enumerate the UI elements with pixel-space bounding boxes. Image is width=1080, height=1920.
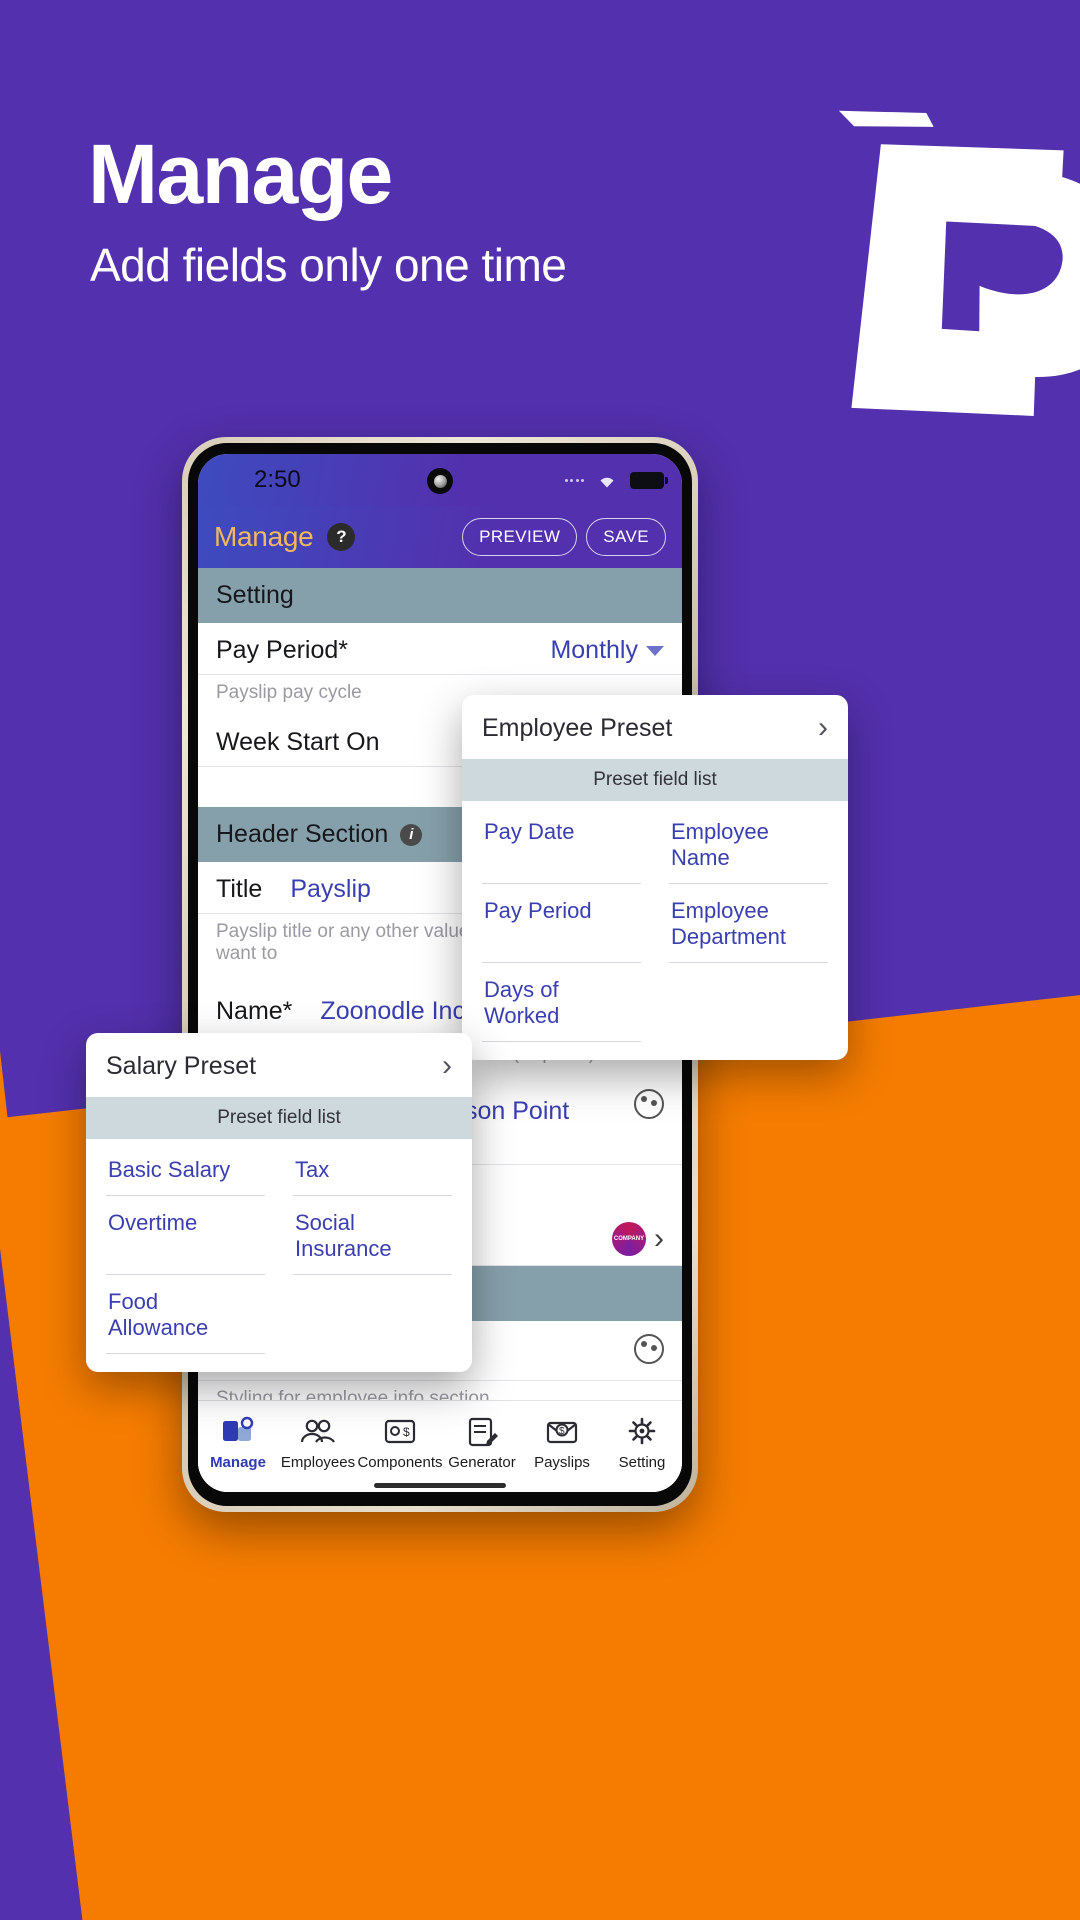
chevron-right-icon: › [818, 711, 828, 744]
employees-icon [300, 1419, 335, 1443]
preset-field-empty: . [293, 1275, 452, 1354]
preset-field[interactable]: Basic Salary [106, 1143, 265, 1196]
nav-label: Components [357, 1453, 443, 1471]
employee-preset-field-grid: Pay Date Employee Name Pay Period Employ… [462, 801, 848, 1060]
signal-dots-icon [564, 478, 584, 482]
setting-gear-icon [628, 1417, 656, 1444]
status-bar: 2:50 [198, 454, 682, 506]
employee-preset-card[interactable]: Employee Preset › Preset field list Pay … [462, 695, 848, 1060]
section-header-setting: Setting [198, 568, 682, 623]
salary-preset-card[interactable]: Salary Preset › Preset field list Basic … [86, 1033, 472, 1372]
row-label: Week Start On [216, 728, 380, 756]
pay-period-dropdown[interactable]: Monthly [550, 636, 664, 665]
home-indicator [374, 1483, 506, 1488]
nav-item-payslips[interactable]: $ Payslips [522, 1415, 602, 1471]
chevron-right-icon: › [654, 1222, 664, 1255]
info-icon[interactable]: i [400, 823, 423, 846]
logo-preview[interactable]: COMPANY › [612, 1222, 664, 1256]
row-label: Name* [216, 997, 293, 1025]
page-subtitle: Add fields only one time [90, 239, 567, 291]
preset-field-empty: . [669, 963, 828, 1042]
nav-label: Generator [448, 1453, 516, 1471]
palette-icon[interactable] [634, 1334, 664, 1364]
save-button[interactable]: SAVE [586, 518, 666, 556]
nav-label: Payslips [534, 1453, 590, 1471]
card-title: Employee Preset [482, 713, 673, 742]
nav-label: Employees [280, 1453, 356, 1471]
nav-label: Manage [210, 1453, 266, 1471]
app-title: Manage [214, 521, 314, 552]
status-time: 2:50 [254, 466, 301, 493]
row-label: Pay Period* [216, 636, 349, 664]
card-title: Salary Preset [106, 1051, 257, 1080]
row-pay-period[interactable]: Pay Period* Monthly [198, 623, 682, 675]
palette-icon[interactable] [634, 1089, 664, 1119]
promo-screenshot: Manage Add fields only one time 2:50 Man… [0, 0, 1080, 1920]
nav-item-manage[interactable]: Manage [198, 1415, 278, 1471]
nav-item-setting[interactable]: Setting [602, 1415, 682, 1471]
preset-field[interactable]: Days of Worked [482, 963, 641, 1042]
row-value: Monthly [550, 636, 638, 664]
battery-icon [630, 471, 668, 489]
payslips-icon: $ [546, 1421, 578, 1443]
preset-field[interactable]: Tax [293, 1143, 452, 1196]
employee-preset-card-header[interactable]: Employee Preset › [462, 695, 848, 759]
preset-field[interactable]: Employee Name [669, 805, 828, 884]
svg-text:$: $ [403, 1425, 410, 1439]
row-value: Payslip [290, 875, 371, 903]
preset-field[interactable]: Pay Date [482, 805, 641, 884]
page-title: Manage [88, 127, 393, 221]
nav-item-generator[interactable]: Generator [442, 1415, 522, 1471]
wifi-icon [600, 477, 614, 488]
preset-field[interactable]: Food Allowance [106, 1275, 265, 1354]
preset-field[interactable]: Pay Period [482, 884, 641, 963]
row-value: Zoonodle Inc [320, 997, 465, 1025]
card-subheader: Preset field list [86, 1097, 472, 1139]
components-icon: $ [384, 1419, 416, 1443]
nav-label: Setting [618, 1453, 666, 1471]
status-icons [564, 470, 668, 490]
generator-icon [468, 1417, 498, 1446]
manage-icon [223, 1416, 254, 1441]
camera-punchhole-icon [427, 468, 453, 494]
salary-preset-field-grid: Basic Salary Tax Overtime Social Insuran… [86, 1139, 472, 1372]
chevron-right-icon: › [442, 1049, 452, 1082]
row-label: Title [216, 875, 263, 903]
svg-text:$: $ [559, 1426, 565, 1437]
help-icon[interactable]: ? [327, 523, 356, 551]
bottom-navigation: Manage Employees $ Components Generator … [198, 1400, 682, 1492]
nav-item-employees[interactable]: Employees [278, 1415, 358, 1471]
app-bar-actions: PREVIEW SAVE [462, 518, 666, 556]
nav-item-components[interactable]: $ Components [357, 1415, 443, 1471]
company-logo-icon: COMPANY [612, 1222, 646, 1256]
preset-field[interactable]: Social Insurance [293, 1196, 452, 1275]
section-title: Header Section [216, 820, 389, 848]
preset-field[interactable]: Employee Department [669, 884, 828, 963]
preset-field[interactable]: Overtime [106, 1196, 265, 1275]
card-subheader: Preset field list [462, 759, 848, 801]
chevron-down-icon [646, 645, 664, 656]
app-bar: Manage ? PREVIEW SAVE [198, 506, 682, 568]
preview-button[interactable]: PREVIEW [462, 518, 578, 556]
salary-preset-card-header[interactable]: Salary Preset › [86, 1033, 472, 1097]
